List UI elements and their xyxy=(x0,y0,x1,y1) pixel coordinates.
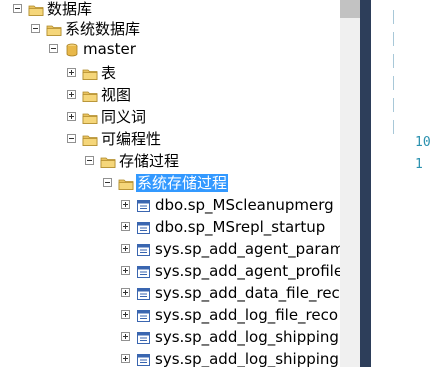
stored-procedure-icon xyxy=(136,286,152,305)
folder-icon xyxy=(82,88,98,107)
stored-procedure-icon xyxy=(136,242,152,261)
tree-node-label[interactable]: sys.sp_add_agent_profile xyxy=(154,262,340,280)
tree-node-label[interactable]: 系统数据库 xyxy=(64,20,141,38)
folder-icon xyxy=(100,154,116,173)
tree-node[interactable]: 视图 xyxy=(0,86,340,106)
editor-gutter-marker xyxy=(393,10,412,24)
collapse-icon[interactable] xyxy=(103,178,112,187)
tree-node[interactable]: 系统数据库 xyxy=(0,20,340,40)
tree-node-label[interactable]: 同义词 xyxy=(100,108,147,126)
tree-node[interactable]: sys.sp_add_agent_param xyxy=(0,240,340,260)
tree-node[interactable]: 同义词 xyxy=(0,108,340,128)
tree-node[interactable]: 数据库 xyxy=(0,0,340,20)
tree-node-label[interactable]: sys.sp_add_agent_param xyxy=(154,240,340,258)
tree-node-label[interactable]: sys.sp_add_data_file_reco xyxy=(154,284,340,302)
tree-node[interactable]: sys.sp_add_data_file_reco xyxy=(0,284,340,304)
folder-icon xyxy=(82,66,98,85)
expand-icon[interactable] xyxy=(67,112,76,121)
editor-gutter-marker xyxy=(393,54,412,68)
tree-node-label[interactable]: sys.sp_add_log_shipping xyxy=(154,350,340,367)
vertical-scrollbar[interactable] xyxy=(340,0,360,367)
object-explorer-tree[interactable]: 数据库系统数据库 master 表视图同义词可编程性存储过程系统存储过程 dbo.sp… xyxy=(0,0,340,367)
pane-splitter[interactable] xyxy=(360,0,371,367)
expand-icon[interactable] xyxy=(67,90,76,99)
editor-gutter-marker xyxy=(393,76,412,90)
tree-node[interactable]: master xyxy=(0,40,340,60)
line-number: 10 xyxy=(415,135,430,150)
editor-gutter-marker xyxy=(393,120,412,134)
folder-icon xyxy=(82,132,98,151)
tree-node[interactable]: 存储过程 xyxy=(0,152,340,172)
tree-node-label[interactable]: sys.sp_add_log_file_reco xyxy=(154,306,339,324)
expand-icon[interactable] xyxy=(121,332,130,341)
tree-node-label[interactable]: dbo.sp_MSrepl_startup xyxy=(154,218,326,236)
stored-procedure-icon xyxy=(136,220,152,239)
collapse-icon[interactable] xyxy=(31,24,40,33)
stored-procedure-icon xyxy=(136,308,152,327)
expand-icon[interactable] xyxy=(121,266,130,275)
line-number: 1 xyxy=(415,157,423,172)
folder-icon xyxy=(118,176,134,195)
expand-icon[interactable] xyxy=(121,222,130,231)
expand-icon[interactable] xyxy=(121,244,130,253)
folder-icon xyxy=(46,22,62,41)
stored-procedure-icon xyxy=(136,264,152,283)
tree-node[interactable]: dbo.sp_MSrepl_startup xyxy=(0,218,340,238)
tree-node[interactable]: sys.sp_add_log_shipping xyxy=(0,328,340,348)
stored-procedure-icon xyxy=(136,352,152,367)
collapse-icon[interactable] xyxy=(85,156,94,165)
query-editor[interactable]: 10 1 xyxy=(371,0,430,367)
tree-node[interactable]: sys.sp_add_log_shipping xyxy=(0,350,340,367)
tree-node-label[interactable]: 存储过程 xyxy=(118,152,180,170)
editor-gutter-marker xyxy=(393,98,412,112)
collapse-icon[interactable] xyxy=(49,44,58,53)
folder-icon xyxy=(82,110,98,129)
tree-node[interactable]: sys.sp_add_log_file_reco xyxy=(0,306,340,326)
scrollbar-thumb[interactable] xyxy=(340,0,360,18)
folder-icon xyxy=(28,2,44,21)
expand-icon[interactable] xyxy=(121,354,130,363)
collapse-icon[interactable] xyxy=(13,4,22,13)
tree-node-label[interactable]: 视图 xyxy=(100,86,132,104)
expand-icon[interactable] xyxy=(121,288,130,297)
editor-gutter-marker xyxy=(393,32,412,46)
tree-node-label[interactable]: 系统存储过程 xyxy=(136,174,229,192)
tree-node-label[interactable]: 数据库 xyxy=(46,0,93,18)
tree-node-label[interactable]: 表 xyxy=(100,64,117,82)
collapse-icon[interactable] xyxy=(67,134,76,143)
stored-procedure-icon xyxy=(136,330,152,349)
expand-icon[interactable] xyxy=(67,68,76,77)
expand-icon[interactable] xyxy=(121,310,130,319)
tree-node[interactable]: sys.sp_add_agent_profile xyxy=(0,262,340,282)
tree-node[interactable]: dbo.sp_MScleanupmerg xyxy=(0,196,340,216)
stored-procedure-icon xyxy=(136,198,152,217)
database-icon xyxy=(64,42,80,61)
tree-node[interactable]: 系统存储过程 xyxy=(0,174,340,194)
tree-node-label[interactable]: sys.sp_add_log_shipping xyxy=(154,328,340,346)
expand-icon[interactable] xyxy=(121,200,130,209)
tree-node-label[interactable]: dbo.sp_MScleanupmerg xyxy=(154,196,335,214)
tree-node[interactable]: 表 xyxy=(0,64,340,84)
tree-node[interactable]: 可编程性 xyxy=(0,130,340,150)
tree-node-label[interactable]: master xyxy=(82,40,137,58)
tree-node-label[interactable]: 可编程性 xyxy=(100,130,162,148)
